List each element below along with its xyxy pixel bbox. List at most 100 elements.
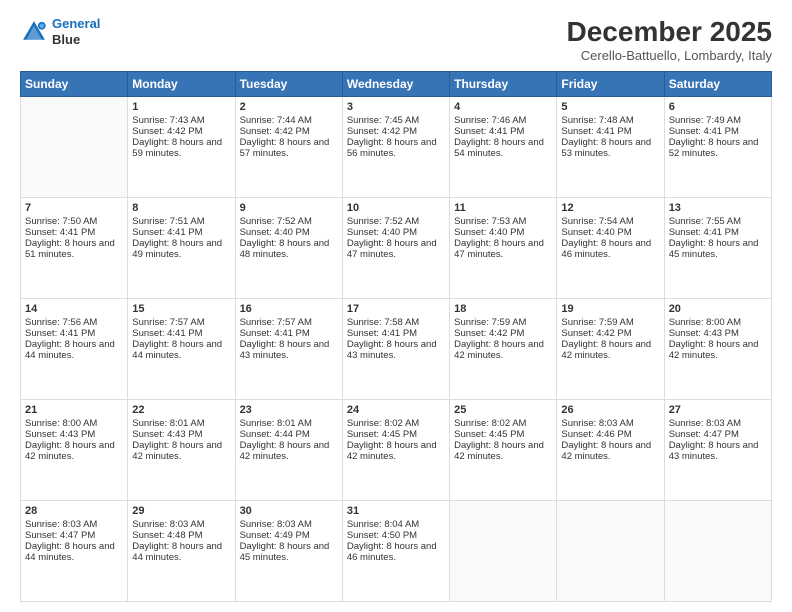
daylight-hours: Daylight: 8 hours and 52 minutes. xyxy=(669,137,767,159)
calendar-cell: 4Sunrise: 7:46 AMSunset: 4:41 PMDaylight… xyxy=(450,97,557,198)
calendar-cell: 30Sunrise: 8:03 AMSunset: 4:49 PMDayligh… xyxy=(235,501,342,602)
sunrise-time: Sunrise: 7:57 AM xyxy=(132,317,230,328)
sunset-time: Sunset: 4:49 PM xyxy=(240,530,338,541)
daylight-hours: Daylight: 8 hours and 51 minutes. xyxy=(25,238,123,260)
daylight-hours: Daylight: 8 hours and 43 minutes. xyxy=(669,440,767,462)
daylight-hours: Daylight: 8 hours and 44 minutes. xyxy=(25,339,123,361)
sunset-time: Sunset: 4:41 PM xyxy=(132,328,230,339)
calendar-cell: 15Sunrise: 7:57 AMSunset: 4:41 PMDayligh… xyxy=(128,299,235,400)
logo: General Blue xyxy=(20,16,100,47)
sunrise-time: Sunrise: 7:44 AM xyxy=(240,115,338,126)
daylight-hours: Daylight: 8 hours and 57 minutes. xyxy=(240,137,338,159)
sunset-time: Sunset: 4:41 PM xyxy=(347,328,445,339)
sunset-time: Sunset: 4:44 PM xyxy=(240,429,338,440)
sunrise-time: Sunrise: 7:45 AM xyxy=(347,115,445,126)
calendar-cell: 1Sunrise: 7:43 AMSunset: 4:42 PMDaylight… xyxy=(128,97,235,198)
calendar-cell: 3Sunrise: 7:45 AMSunset: 4:42 PMDaylight… xyxy=(342,97,449,198)
sunset-time: Sunset: 4:40 PM xyxy=(561,227,659,238)
sunrise-time: Sunrise: 8:03 AM xyxy=(132,519,230,530)
daylight-hours: Daylight: 8 hours and 44 minutes. xyxy=(132,541,230,563)
day-number: 8 xyxy=(132,202,230,214)
calendar-cell: 27Sunrise: 8:03 AMSunset: 4:47 PMDayligh… xyxy=(664,400,771,501)
daylight-hours: Daylight: 8 hours and 42 minutes. xyxy=(347,440,445,462)
logo-line1: General xyxy=(52,16,100,31)
sunrise-time: Sunrise: 7:59 AM xyxy=(561,317,659,328)
calendar-cell: 17Sunrise: 7:58 AMSunset: 4:41 PMDayligh… xyxy=(342,299,449,400)
sunset-time: Sunset: 4:45 PM xyxy=(347,429,445,440)
sunrise-time: Sunrise: 8:00 AM xyxy=(25,418,123,429)
daylight-hours: Daylight: 8 hours and 46 minutes. xyxy=(347,541,445,563)
logo-icon xyxy=(20,18,48,46)
day-number: 20 xyxy=(669,303,767,315)
calendar-cell: 19Sunrise: 7:59 AMSunset: 4:42 PMDayligh… xyxy=(557,299,664,400)
calendar-cell: 28Sunrise: 8:03 AMSunset: 4:47 PMDayligh… xyxy=(21,501,128,602)
day-number: 25 xyxy=(454,404,552,416)
daylight-hours: Daylight: 8 hours and 44 minutes. xyxy=(25,541,123,563)
sunset-time: Sunset: 4:43 PM xyxy=(25,429,123,440)
day-number: 24 xyxy=(347,404,445,416)
daylight-hours: Daylight: 8 hours and 42 minutes. xyxy=(561,339,659,361)
calendar-cell: 31Sunrise: 8:04 AMSunset: 4:50 PMDayligh… xyxy=(342,501,449,602)
calendar-cell: 6 Sunrise: 7:49 AMSunset: 4:41 PMDaylight… xyxy=(664,97,771,198)
day-number: 6 xyxy=(669,101,767,113)
sunrise-time: Sunrise: 7:49 AM xyxy=(669,115,767,126)
calendar-cell: 9Sunrise: 7:52 AMSunset: 4:40 PMDaylight… xyxy=(235,198,342,299)
sunrise-time: Sunrise: 8:00 AM xyxy=(669,317,767,328)
day-number: 3 xyxy=(347,101,445,113)
sunrise-time: Sunrise: 8:03 AM xyxy=(669,418,767,429)
calendar-cell: 13Sunrise: 7:55 AMSunset: 4:41 PMDayligh… xyxy=(664,198,771,299)
daylight-hours: Daylight: 8 hours and 59 minutes. xyxy=(132,137,230,159)
sunset-time: Sunset: 4:48 PM xyxy=(132,530,230,541)
sunrise-time: Sunrise: 8:02 AM xyxy=(347,418,445,429)
calendar-cell: 20Sunrise: 8:00 AMSunset: 4:43 PMDayligh… xyxy=(664,299,771,400)
sunset-time: Sunset: 4:43 PM xyxy=(132,429,230,440)
calendar-cell: 7Sunrise: 7:50 AMSunset: 4:41 PMDaylight… xyxy=(21,198,128,299)
sunrise-time: Sunrise: 7:53 AM xyxy=(454,216,552,227)
day-number: 10 xyxy=(347,202,445,214)
daylight-hours: Daylight: 8 hours and 42 minutes. xyxy=(240,440,338,462)
calendar-week-3: 14Sunrise: 7:56 AMSunset: 4:41 PMDayligh… xyxy=(21,299,772,400)
sunset-time: Sunset: 4:40 PM xyxy=(347,227,445,238)
daylight-hours: Daylight: 8 hours and 42 minutes. xyxy=(454,339,552,361)
day-number: 28 xyxy=(25,505,123,517)
daylight-hours: Daylight: 8 hours and 45 minutes. xyxy=(240,541,338,563)
sunrise-time: Sunrise: 8:03 AM xyxy=(240,519,338,530)
sunset-time: Sunset: 4:42 PM xyxy=(561,328,659,339)
calendar-cell: 5Sunrise: 7:48 AMSunset: 4:41 PMDaylight… xyxy=(557,97,664,198)
col-sunday: Sunday xyxy=(21,72,128,97)
header: General Blue December 2025 Cerello-Battu… xyxy=(20,16,772,63)
sunset-time: Sunset: 4:42 PM xyxy=(454,328,552,339)
sunrise-time: Sunrise: 7:46 AM xyxy=(454,115,552,126)
sunset-time: Sunset: 4:50 PM xyxy=(347,530,445,541)
daylight-hours: Daylight: 8 hours and 42 minutes. xyxy=(132,440,230,462)
day-number: 5 xyxy=(561,101,659,113)
sunset-time: Sunset: 4:42 PM xyxy=(132,126,230,137)
sunrise-time: Sunrise: 7:50 AM xyxy=(25,216,123,227)
calendar: Sunday Monday Tuesday Wednesday Thursday… xyxy=(20,71,772,602)
calendar-cell xyxy=(21,97,128,198)
sunset-time: Sunset: 4:41 PM xyxy=(669,126,767,137)
calendar-cell: 29 Sunrise: 8:03 AMSunset: 4:48 PMDayligh… xyxy=(128,501,235,602)
sunset-time: Sunset: 4:41 PM xyxy=(25,227,123,238)
location: Cerello-Battuello, Lombardy, Italy xyxy=(567,48,772,63)
day-number: 29 xyxy=(132,505,230,517)
calendar-week-5: 28Sunrise: 8:03 AMSunset: 4:47 PMDayligh… xyxy=(21,501,772,602)
calendar-week-2: 7Sunrise: 7:50 AMSunset: 4:41 PMDaylight… xyxy=(21,198,772,299)
calendar-cell: 26Sunrise: 8:03 AMSunset: 4:46 PMDayligh… xyxy=(557,400,664,501)
day-number: 18 xyxy=(454,303,552,315)
sunrise-time: Sunrise: 8:03 AM xyxy=(561,418,659,429)
col-saturday: Saturday xyxy=(664,72,771,97)
calendar-cell: 23Sunrise: 8:01 AMSunset: 4:44 PMDayligh… xyxy=(235,400,342,501)
day-number: 26 xyxy=(561,404,659,416)
sunset-time: Sunset: 4:41 PM xyxy=(669,227,767,238)
day-number: 21 xyxy=(25,404,123,416)
day-number: 16 xyxy=(240,303,338,315)
day-number: 22 xyxy=(132,404,230,416)
sunset-time: Sunset: 4:40 PM xyxy=(454,227,552,238)
daylight-hours: Daylight: 8 hours and 42 minutes. xyxy=(561,440,659,462)
sunrise-time: Sunrise: 8:01 AM xyxy=(132,418,230,429)
sunset-time: Sunset: 4:41 PM xyxy=(25,328,123,339)
calendar-cell: 10Sunrise: 7:52 AMSunset: 4:40 PMDayligh… xyxy=(342,198,449,299)
daylight-hours: Daylight: 8 hours and 42 minutes. xyxy=(25,440,123,462)
col-monday: Monday xyxy=(128,72,235,97)
